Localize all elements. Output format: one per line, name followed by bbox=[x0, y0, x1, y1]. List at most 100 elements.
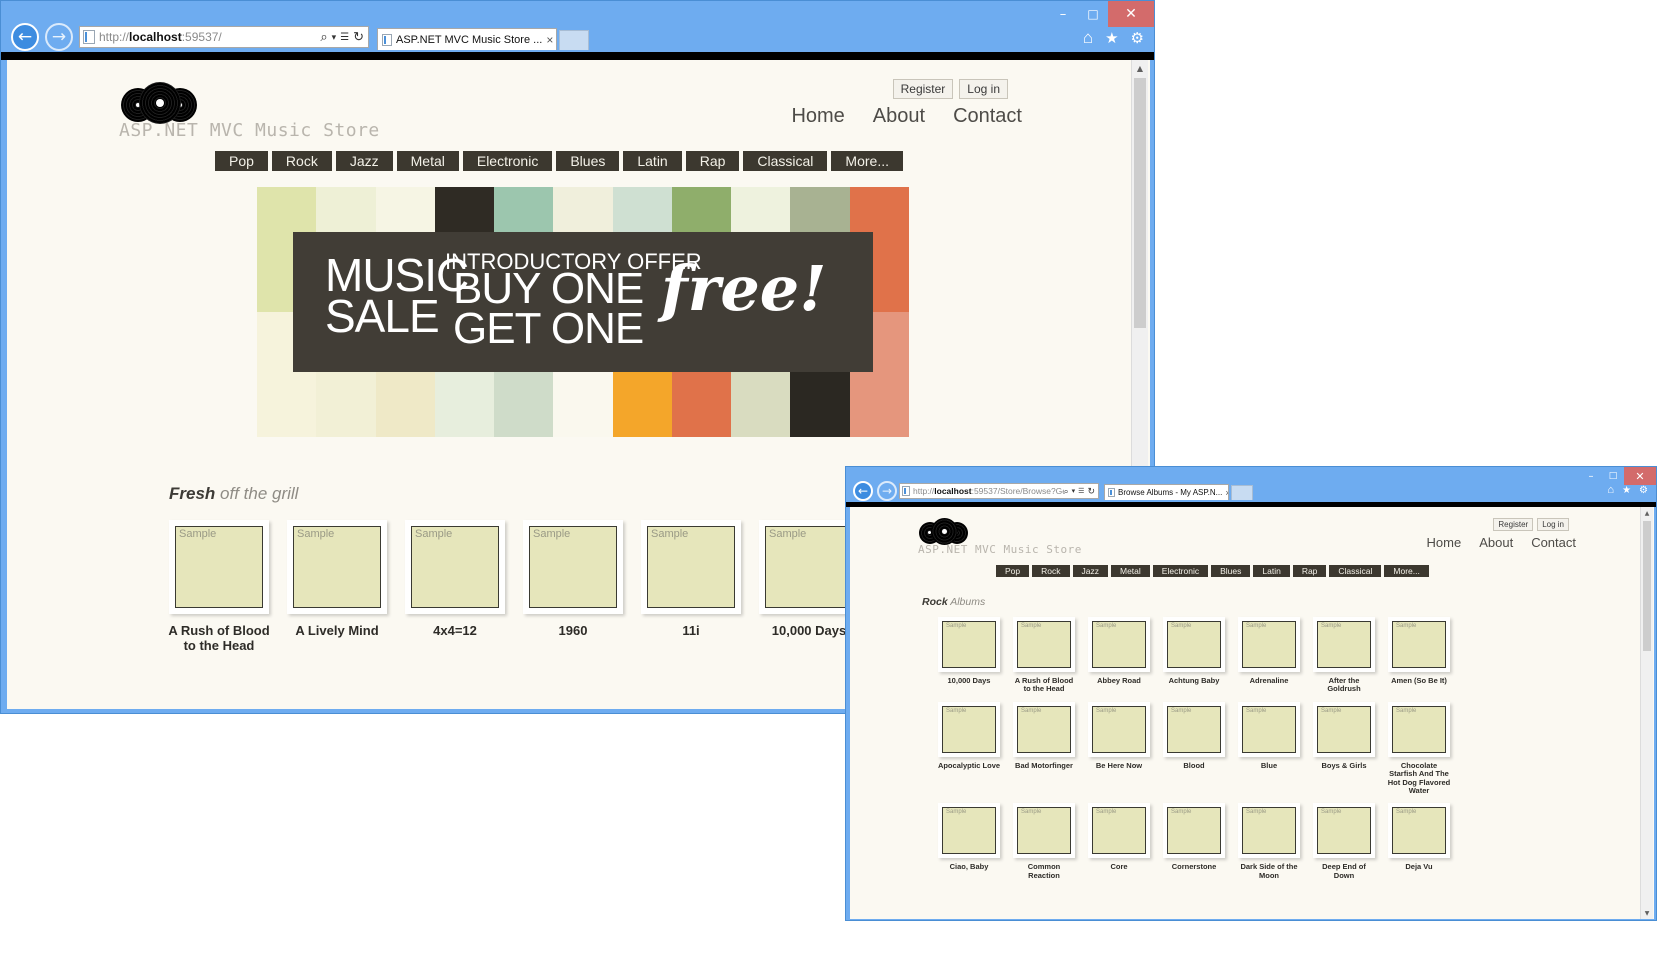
genre-link-rock[interactable]: Rock bbox=[271, 151, 332, 171]
album-item[interactable]: Sample Common Reaction bbox=[1013, 803, 1075, 880]
album-thumbnail-frame[interactable]: Sample bbox=[938, 617, 1000, 672]
album-item[interactable]: Sample 10,000 Days bbox=[759, 520, 859, 653]
favorites-icon-browse[interactable]: ★ bbox=[1622, 485, 1631, 496]
album-title[interactable]: Abbey Road bbox=[1086, 677, 1152, 685]
genre-link-more[interactable]: More... bbox=[831, 151, 903, 171]
search-icon-browse[interactable]: ⌕ bbox=[1064, 486, 1069, 497]
album-item[interactable]: Sample 4x4=12 bbox=[405, 520, 505, 653]
album-item[interactable]: Sample Boys & Girls bbox=[1311, 701, 1377, 796]
album-title[interactable]: 11i bbox=[636, 623, 746, 639]
register-link[interactable]: Register bbox=[892, 79, 954, 99]
album-title[interactable]: Blood bbox=[1161, 762, 1227, 770]
search-icon[interactable]: ⌕ bbox=[320, 29, 327, 45]
site-logo-icon[interactable] bbox=[119, 80, 199, 124]
new-tab-button-browse[interactable] bbox=[1231, 485, 1253, 500]
album-title[interactable]: Amen (So Be It) bbox=[1386, 677, 1452, 685]
forward-button-browse[interactable]: → bbox=[877, 481, 897, 501]
genre-link-more[interactable]: More... bbox=[1384, 565, 1429, 577]
album-item[interactable]: Sample 10,000 Days bbox=[938, 617, 1000, 694]
site-logo-icon-browse[interactable] bbox=[918, 517, 970, 545]
album-item[interactable]: Sample Deep End of Down bbox=[1313, 803, 1375, 880]
scroll-thumb[interactable] bbox=[1134, 78, 1146, 328]
album-item[interactable]: Sample Apocalyptic Love bbox=[938, 701, 1000, 796]
album-title[interactable]: Achtung Baby bbox=[1161, 677, 1227, 685]
tab-close-icon-browse[interactable]: × bbox=[1222, 488, 1228, 498]
nav-contact-browse[interactable]: Contact bbox=[1531, 535, 1576, 550]
album-item[interactable]: Sample Core bbox=[1088, 803, 1150, 880]
album-title[interactable]: 10,000 Days bbox=[936, 677, 1002, 685]
chevron-down-icon-browse[interactable]: ▾ bbox=[1072, 487, 1076, 495]
album-title[interactable]: Deep End of Down bbox=[1311, 863, 1377, 880]
album-title[interactable]: Be Here Now bbox=[1086, 762, 1152, 770]
genre-link-latin[interactable]: Latin bbox=[1253, 565, 1290, 577]
home-icon[interactable]: ⌂ bbox=[1083, 28, 1093, 48]
genre-link-jazz[interactable]: Jazz bbox=[335, 151, 393, 171]
album-thumbnail-frame[interactable]: Sample bbox=[1313, 617, 1375, 672]
genre-link-pop[interactable]: Pop bbox=[996, 565, 1030, 577]
album-title[interactable]: Bad Motorfinger bbox=[1011, 762, 1077, 770]
album-item[interactable]: Sample 1960 bbox=[523, 520, 623, 653]
album-thumbnail-frame[interactable]: Sample bbox=[1013, 803, 1075, 859]
genre-link-blues[interactable]: Blues bbox=[556, 151, 620, 171]
album-item[interactable]: Sample Deja Vu bbox=[1388, 803, 1450, 880]
address-text-browse[interactable]: http://localhost:59537/Store/Browse?Gen bbox=[913, 486, 1064, 496]
nav-home[interactable]: Home bbox=[791, 105, 844, 128]
album-item[interactable]: Sample Bad Motorfinger bbox=[1011, 701, 1077, 796]
album-thumbnail-frame[interactable]: Sample bbox=[938, 701, 1000, 757]
album-item[interactable]: Sample A Lively Mind bbox=[287, 520, 387, 653]
favorites-icon[interactable]: ★ bbox=[1105, 29, 1118, 47]
maximize-button-browse[interactable]: □ bbox=[1602, 467, 1624, 485]
album-title[interactable]: After the Goldrush bbox=[1311, 677, 1377, 694]
album-thumbnail-frame[interactable]: Sample bbox=[1088, 701, 1150, 757]
album-item[interactable]: Sample Abbey Road bbox=[1088, 617, 1150, 694]
maximize-button[interactable]: □ bbox=[1078, 1, 1108, 27]
album-item[interactable]: Sample Adrenaline bbox=[1238, 617, 1300, 694]
album-title[interactable]: Adrenaline bbox=[1236, 677, 1302, 685]
genre-link-electronic[interactable]: Electronic bbox=[462, 151, 553, 171]
album-item[interactable]: Sample A Rush of Blood to the Head bbox=[1013, 617, 1075, 694]
album-thumbnail-frame[interactable]: Sample bbox=[1313, 803, 1375, 859]
album-title[interactable]: Cornerstone bbox=[1161, 863, 1227, 871]
album-title[interactable]: A Rush of Blood to the Head bbox=[164, 623, 274, 653]
address-bar[interactable]: http://localhost:59537/ ⌕ ▾ ☰ ↻ bbox=[79, 26, 369, 48]
album-title[interactable]: Boys & Girls bbox=[1311, 762, 1377, 770]
album-thumbnail-frame[interactable]: Sample bbox=[1088, 803, 1150, 859]
album-item[interactable]: Sample 11i bbox=[641, 520, 741, 653]
album-item[interactable]: Sample Dark Side of the Moon bbox=[1238, 803, 1300, 880]
scroll-up-arrow-browse[interactable]: ▲ bbox=[1641, 507, 1653, 519]
album-thumbnail-frame[interactable]: Sample bbox=[169, 520, 269, 614]
close-button[interactable]: ✕ bbox=[1108, 1, 1154, 27]
album-thumbnail-frame[interactable]: Sample bbox=[405, 520, 505, 614]
window-controls-browse[interactable]: – □ ✕ bbox=[1580, 467, 1656, 485]
genre-link-pop[interactable]: Pop bbox=[215, 151, 268, 171]
album-item[interactable]: Sample Chocolate Starfish And The Hot Dog… bbox=[1388, 701, 1450, 796]
album-item[interactable]: Sample Be Here Now bbox=[1086, 701, 1152, 796]
genre-link-classical[interactable]: Classical bbox=[1329, 565, 1382, 577]
album-title[interactable]: 1960 bbox=[518, 623, 628, 639]
tab-close-icon[interactable]: × bbox=[542, 33, 553, 47]
album-item[interactable]: Sample Amen (So Be It) bbox=[1388, 617, 1450, 694]
album-thumbnail-frame[interactable]: Sample bbox=[1013, 617, 1075, 672]
scroll-down-arrow-browse[interactable]: ▼ bbox=[1641, 907, 1653, 919]
album-thumbnail-frame[interactable]: Sample bbox=[1238, 617, 1300, 672]
new-tab-button[interactable] bbox=[559, 30, 589, 50]
album-item[interactable]: Sample Cornerstone bbox=[1163, 803, 1225, 880]
genre-link-latin[interactable]: Latin bbox=[623, 151, 682, 171]
tab-music-store[interactable]: ASP.NET MVC Music Store ... × bbox=[377, 28, 557, 50]
genre-link-metal[interactable]: Metal bbox=[1110, 565, 1150, 577]
album-title[interactable]: Blue bbox=[1236, 762, 1302, 770]
album-title[interactable]: Core bbox=[1086, 863, 1152, 871]
album-item[interactable]: Sample Achtung Baby bbox=[1163, 617, 1225, 694]
album-item[interactable]: Sample After the Goldrush bbox=[1313, 617, 1375, 694]
scroll-up-arrow[interactable]: ▲ bbox=[1132, 60, 1148, 76]
scroll-thumb-browse[interactable] bbox=[1643, 521, 1651, 651]
tab-browse-albums[interactable]: Browse Albums - My ASP.N... × bbox=[1104, 484, 1229, 500]
minimize-button[interactable]: – bbox=[1048, 1, 1078, 27]
back-button[interactable]: ← bbox=[11, 23, 39, 51]
genre-link-rock[interactable]: Rock bbox=[1032, 565, 1070, 577]
genre-link-electronic[interactable]: Electronic bbox=[1152, 565, 1209, 577]
forward-button[interactable]: → bbox=[45, 23, 73, 51]
chevron-down-icon[interactable]: ▾ bbox=[332, 32, 337, 43]
address-text[interactable]: http://localhost:59537/ bbox=[99, 30, 320, 44]
genre-link-jazz[interactable]: Jazz bbox=[1072, 565, 1108, 577]
